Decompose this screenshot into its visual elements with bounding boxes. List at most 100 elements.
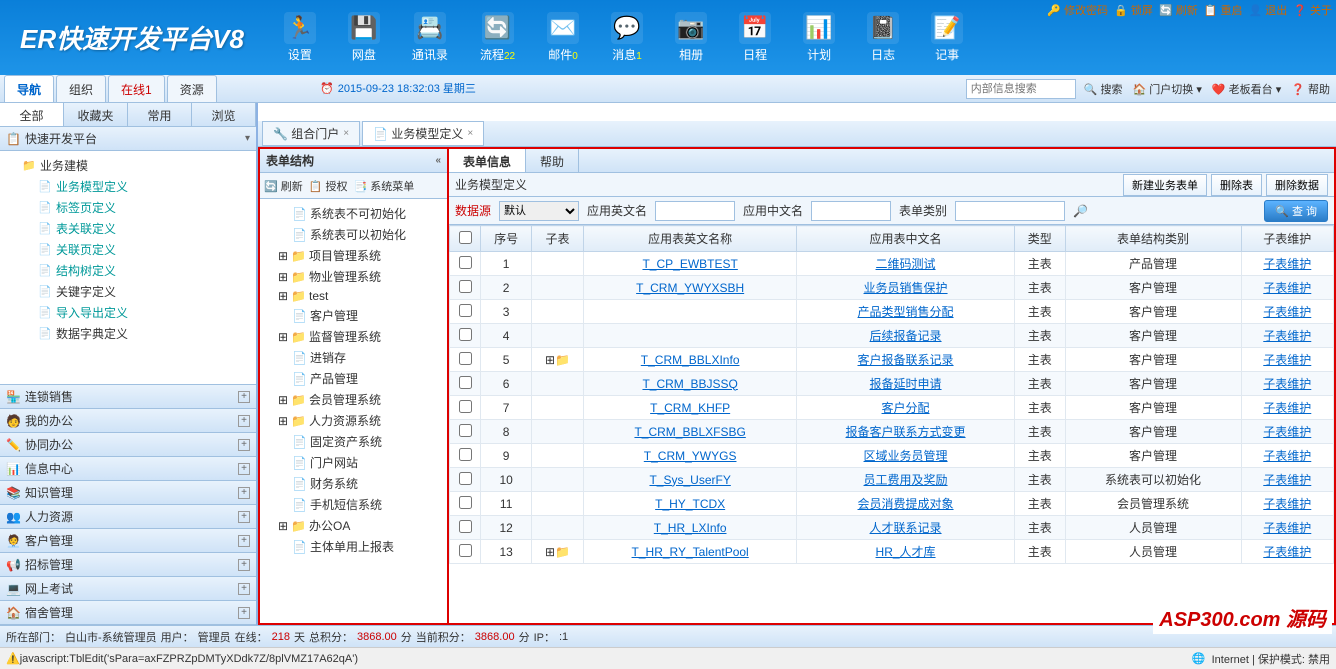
row-checkbox[interactable]: [459, 520, 472, 533]
top-action-刷新[interactable]: 🔄 刷新: [1159, 2, 1198, 18]
en-link[interactable]: T_CRM_BBLXFSBG: [634, 425, 745, 439]
tree-node[interactable]: 📄结构树定义: [4, 260, 252, 281]
cn-link[interactable]: 产品类型销售分配: [858, 305, 954, 319]
maintain-link[interactable]: 子表维护: [1263, 521, 1311, 535]
sub-btn-老板看台[interactable]: ❤️ 老板看台 ▾: [1212, 81, 1281, 97]
maintain-link[interactable]: 子表维护: [1263, 257, 1311, 271]
left-tree-node[interactable]: 📄客户管理: [264, 305, 443, 326]
action-btn-删除数据[interactable]: 删除数据: [1266, 174, 1328, 196]
tree-node[interactable]: 📄关键字定义: [4, 281, 252, 302]
sub-btn-门户切换[interactable]: 🏠 门户切换 ▾: [1133, 81, 1202, 97]
expand-icon[interactable]: +: [238, 439, 250, 451]
type-input[interactable]: [955, 201, 1065, 221]
maintain-link[interactable]: 子表维护: [1263, 497, 1311, 511]
left-tree-node[interactable]: 📄产品管理: [264, 368, 443, 389]
en-link[interactable]: T_CRM_BBJSSQ: [642, 377, 737, 391]
cn-link[interactable]: 会员消费提成对象: [858, 497, 954, 511]
lookup-icon[interactable]: 🔎: [1073, 204, 1088, 218]
nav-tab-在线1[interactable]: 在线1: [108, 75, 165, 102]
sub-btn-帮助[interactable]: ❓ 帮助: [1291, 81, 1330, 97]
en-link[interactable]: T_Sys_UserFY: [649, 473, 730, 487]
accordion-协同办公[interactable]: ✏️协同办公+: [0, 433, 256, 457]
toolbar-日程[interactable]: 📅日程: [739, 12, 771, 63]
tree-node[interactable]: 📄导入导出定义: [4, 302, 252, 323]
dp-tab-帮助[interactable]: 帮助: [526, 149, 579, 172]
maintain-link[interactable]: 子表维护: [1263, 545, 1311, 559]
action-btn-新建业务表单[interactable]: 新建业务表单: [1123, 174, 1207, 196]
cn-link[interactable]: 二维码测试: [876, 257, 936, 271]
cn-link[interactable]: 客户报备联系记录: [858, 353, 954, 367]
cn-link[interactable]: 员工费用及奖励: [864, 473, 948, 487]
sub-btn-搜索[interactable]: 🔍 搜索: [1084, 81, 1123, 97]
left-tree-node[interactable]: 📄进销存: [264, 347, 443, 368]
toolbar-网盘[interactable]: 💾网盘: [348, 12, 380, 63]
top-action-关于[interactable]: ❓ 关于: [1293, 2, 1332, 18]
left-tree-node[interactable]: 📄固定资产系统: [264, 431, 443, 452]
toolbar-流程[interactable]: 🔄流程22: [480, 12, 515, 63]
expand-icon[interactable]: +: [238, 583, 250, 595]
left-tree-node[interactable]: ⊞ 📁人力资源系统: [264, 410, 443, 431]
panel-btn-授权[interactable]: 📋 授权: [309, 178, 348, 194]
row-checkbox[interactable]: [459, 328, 472, 341]
side-tab-浏览[interactable]: 浏览: [192, 103, 256, 126]
en-name-input[interactable]: [655, 201, 735, 221]
toolbar-邮件[interactable]: ✉️邮件0: [547, 12, 579, 63]
collapse-icon[interactable]: ▾: [245, 133, 250, 144]
expand-icon[interactable]: +: [238, 415, 250, 427]
maintain-link[interactable]: 子表维护: [1263, 281, 1311, 295]
tree-node[interactable]: 📁业务建模: [4, 155, 252, 176]
accordion-宿舍管理[interactable]: 🏠宿舍管理+: [0, 601, 256, 625]
cn-link[interactable]: 客户分配: [882, 401, 930, 415]
row-checkbox[interactable]: [459, 352, 472, 365]
accordion-网上考试[interactable]: 💻网上考试+: [0, 577, 256, 601]
expand-icon[interactable]: +: [238, 535, 250, 547]
top-action-锁屏[interactable]: 🔒 锁屏: [1114, 2, 1153, 18]
left-tree-node[interactable]: 📄手机短信系统: [264, 494, 443, 515]
cn-link[interactable]: 业务员销售保护: [864, 281, 948, 295]
en-link[interactable]: T_HR_RY_TalentPool: [632, 545, 749, 559]
en-link[interactable]: T_CRM_YWYXSBH: [636, 281, 744, 295]
accordion-信息中心[interactable]: 📊信息中心+: [0, 457, 256, 481]
left-tree-node[interactable]: ⊞ 📁监督管理系统: [264, 326, 443, 347]
expand-icon[interactable]: +: [238, 391, 250, 403]
row-checkbox[interactable]: [459, 304, 472, 317]
row-checkbox[interactable]: [459, 496, 472, 509]
dp-tab-表单信息[interactable]: 表单信息: [449, 149, 526, 172]
cn-link[interactable]: 后续报备记录: [870, 329, 942, 343]
en-link[interactable]: T_CRM_YWYGS: [644, 449, 737, 463]
maintain-link[interactable]: 子表维护: [1263, 329, 1311, 343]
side-tab-全部[interactable]: 全部: [0, 103, 64, 126]
maintain-link[interactable]: 子表维护: [1263, 353, 1311, 367]
cn-name-input[interactable]: [811, 201, 891, 221]
toolbar-消息[interactable]: 💬消息1: [611, 12, 643, 63]
expand-icon[interactable]: +: [238, 559, 250, 571]
left-tree-node[interactable]: 📄门户网站: [264, 452, 443, 473]
panel-btn-刷新[interactable]: 🔄 刷新: [264, 178, 303, 194]
row-checkbox[interactable]: [459, 280, 472, 293]
left-tree-node[interactable]: ⊞ 📁物业管理系统: [264, 266, 443, 287]
row-checkbox[interactable]: [459, 256, 472, 269]
nav-tab-资源[interactable]: 资源: [167, 75, 217, 102]
maintain-link[interactable]: 子表维护: [1263, 401, 1311, 415]
panel-btn-系统菜单[interactable]: 📑 系统菜单: [354, 178, 415, 194]
left-tree-node[interactable]: ⊞ 📁办公OA: [264, 515, 443, 536]
tree-node[interactable]: 📄数据字典定义: [4, 323, 252, 344]
expand-icon[interactable]: +: [238, 511, 250, 523]
expand-icon[interactable]: +: [238, 607, 250, 619]
cn-link[interactable]: 人才联系记录: [870, 521, 942, 535]
expand-icon[interactable]: +: [238, 463, 250, 475]
en-link[interactable]: T_HR_LXInfo: [654, 521, 727, 535]
left-tree-node[interactable]: 📄财务系统: [264, 473, 443, 494]
toolbar-记事[interactable]: 📝记事: [931, 12, 963, 63]
cn-link[interactable]: 报备客户联系方式变更: [846, 425, 966, 439]
close-icon[interactable]: ×: [343, 128, 349, 139]
tree-node[interactable]: 📄业务模型定义: [4, 176, 252, 197]
left-tree-node[interactable]: 📄系统表可以初始化: [264, 224, 443, 245]
toolbar-通讯录[interactable]: 📇通讯录: [412, 12, 448, 63]
collapse-icon[interactable]: «: [435, 155, 441, 166]
en-link[interactable]: T_CP_EWBTEST: [642, 257, 737, 271]
cn-link[interactable]: HR_人才库: [876, 545, 936, 559]
tree-node[interactable]: 📄标签页定义: [4, 197, 252, 218]
en-link[interactable]: T_CRM_KHFP: [650, 401, 730, 415]
action-btn-删除表[interactable]: 删除表: [1211, 174, 1262, 196]
